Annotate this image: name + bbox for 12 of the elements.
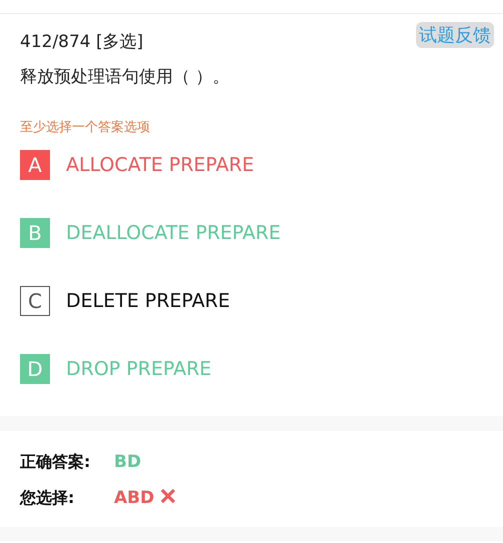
- hint-text: 至少选择一个答案选项: [20, 119, 151, 136]
- correct-answer-value: BD: [114, 452, 142, 472]
- your-choice-label: 您选择:: [20, 488, 76, 508]
- answer-option[interactable]: B DEALLOCATE PREPARE: [20, 218, 483, 248]
- question-text: 释放预处理语句使用（ ）。: [20, 66, 230, 88]
- answer-option[interactable]: D DROP PREPARE: [20, 354, 483, 384]
- answer-option[interactable]: A ALLOCATE PREPARE: [20, 150, 483, 180]
- your-choice-value: ABD: [114, 488, 154, 508]
- answer-option[interactable]: C DELETE PREPARE: [20, 286, 483, 316]
- feedback-button[interactable]: 试题反馈: [416, 22, 494, 48]
- correct-answer-label: 正确答案:: [20, 452, 92, 472]
- question-counter: 412/874 [多选]: [20, 31, 144, 53]
